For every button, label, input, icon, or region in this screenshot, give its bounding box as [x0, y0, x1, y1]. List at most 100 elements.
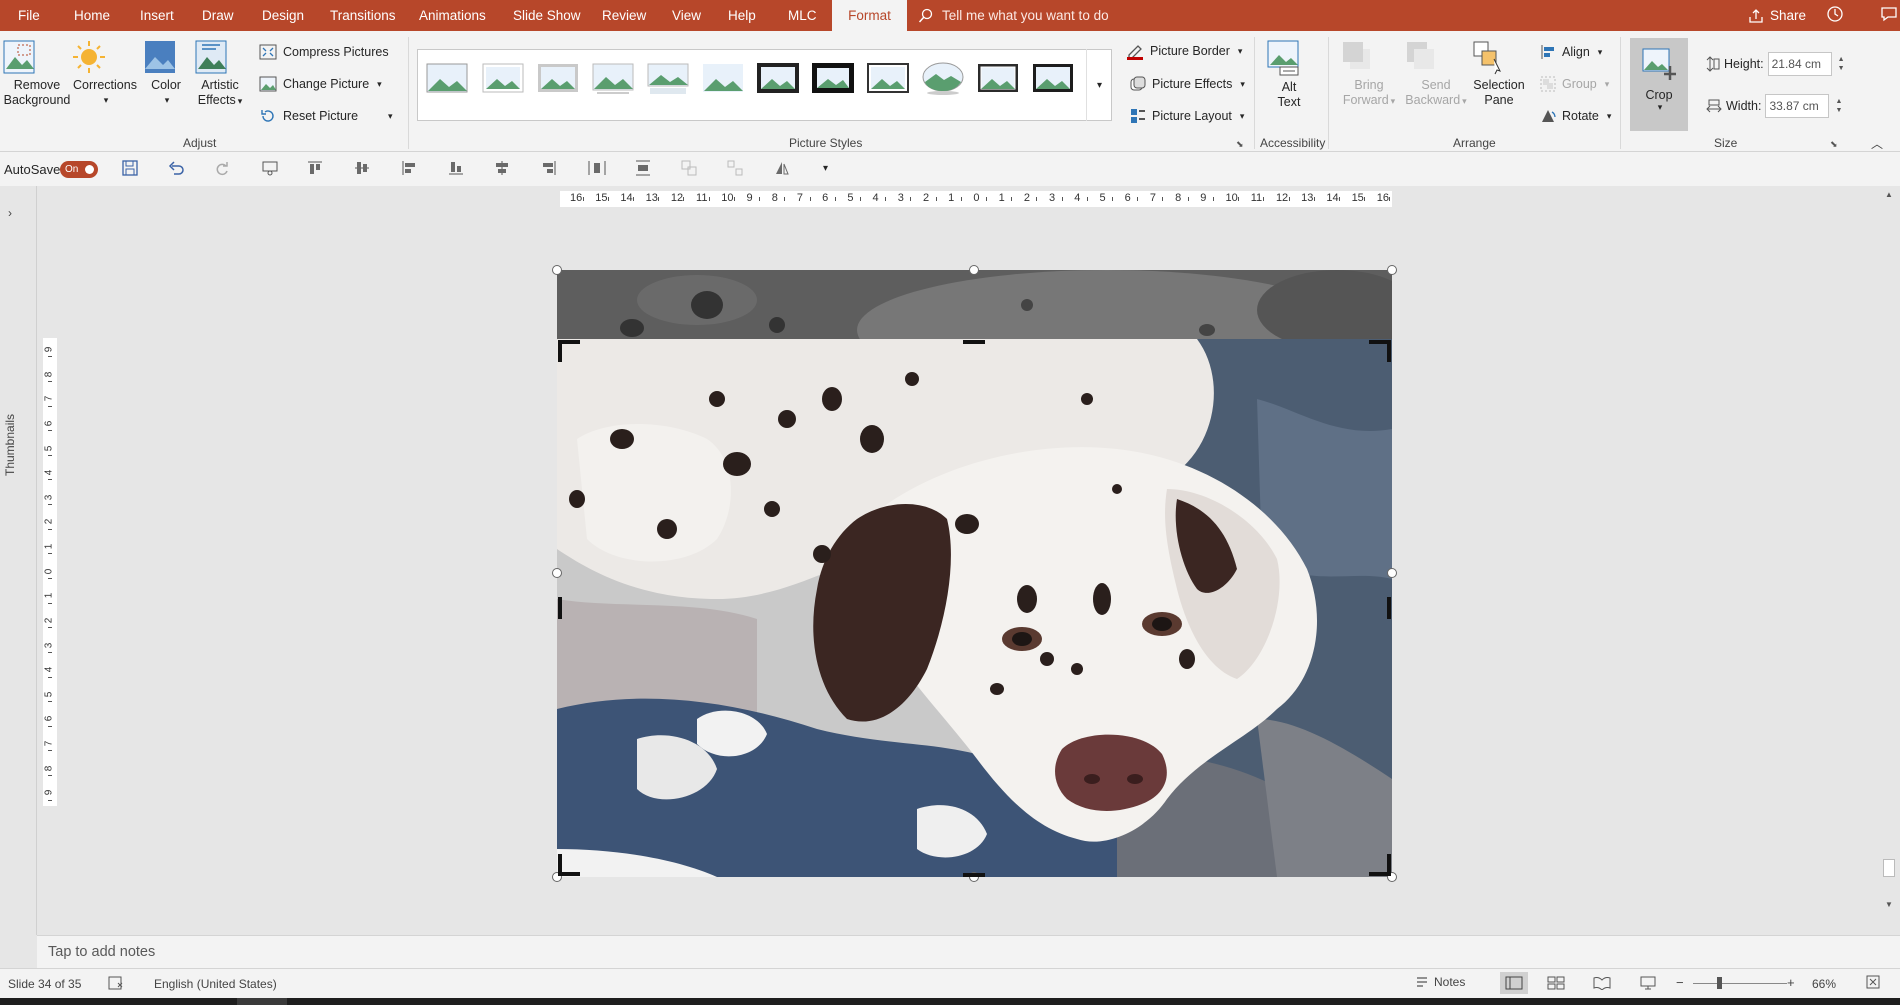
- align-right-icon[interactable]: [541, 160, 557, 176]
- zoom-slider[interactable]: [1693, 983, 1787, 984]
- align-center-icon[interactable]: [494, 160, 510, 176]
- save-icon[interactable]: [122, 160, 138, 176]
- collapse-ribbon-icon[interactable]: ︿: [1871, 135, 1883, 152]
- crop-handle-top[interactable]: [963, 340, 985, 344]
- crop-handle-bottom[interactable]: [963, 873, 985, 877]
- picture-style-11[interactable]: [976, 60, 1020, 96]
- picture-styles-dialog-launcher[interactable]: ⬊: [1236, 139, 1244, 150]
- tab-file[interactable]: File: [6, 0, 52, 31]
- tab-transitions[interactable]: Transitions: [318, 0, 408, 31]
- zoom-slider-thumb[interactable]: [1717, 977, 1722, 989]
- size-dialog-launcher[interactable]: ⬊: [1830, 139, 1838, 150]
- resize-handle-top-left[interactable]: [552, 265, 562, 275]
- distribute-horizontally-icon[interactable]: [588, 160, 606, 176]
- remove-background-button[interactable]: Remove Background: [2, 39, 72, 108]
- resize-handle-top-right[interactable]: [1387, 265, 1397, 275]
- resize-handle-right[interactable]: [1387, 568, 1397, 578]
- accessibility-checker-icon[interactable]: [108, 975, 126, 991]
- scroll-thumb[interactable]: [1883, 859, 1895, 877]
- share-button[interactable]: Share: [1748, 0, 1806, 31]
- group-objects-icon[interactable]: [681, 160, 697, 176]
- crop-handle-top-right[interactable]: [1369, 340, 1391, 362]
- artistic-effects-button[interactable]: Artistic Effects ▾: [194, 39, 246, 109]
- alt-text-button[interactable]: Alt Text: [1266, 39, 1312, 110]
- tab-insert[interactable]: Insert: [128, 0, 186, 31]
- picture-styles-gallery[interactable]: [417, 49, 1112, 121]
- reset-picture-dropdown-icon[interactable]: ▾: [388, 111, 393, 122]
- autosave-toggle[interactable]: On: [60, 161, 98, 178]
- undo-icon[interactable]: [168, 160, 184, 176]
- compress-pictures-button[interactable]: Compress Pictures: [259, 44, 389, 60]
- width-input[interactable]: 33.87 cm: [1765, 94, 1830, 118]
- picture-style-3[interactable]: [536, 60, 580, 96]
- slideshow-icon[interactable]: [1639, 975, 1657, 991]
- tab-animations[interactable]: Animations: [407, 0, 498, 31]
- language-indicator[interactable]: English (United States): [154, 977, 277, 991]
- crop-handle-left[interactable]: [558, 597, 562, 619]
- color-button[interactable]: Color ▾: [143, 39, 189, 108]
- zoom-out-icon[interactable]: −: [1676, 975, 1684, 990]
- picture-style-6[interactable]: [701, 60, 745, 96]
- scroll-up-icon[interactable]: ▲: [1885, 190, 1893, 199]
- rotate-button[interactable]: Rotate ▾: [1540, 108, 1611, 124]
- ungroup-objects-icon[interactable]: [727, 160, 743, 176]
- height-spinner[interactable]: ▲ ▼: [1838, 55, 1845, 73]
- tab-design[interactable]: Design: [250, 0, 316, 31]
- thumbnails-pane[interactable]: › Thumbnails: [0, 186, 37, 935]
- zoom-level[interactable]: 66%: [1812, 977, 1836, 991]
- flip-icon[interactable]: [774, 160, 790, 176]
- picture-style-10[interactable]: [921, 60, 965, 96]
- notes-toggle-button[interactable]: Notes: [1415, 975, 1465, 989]
- picture-style-1[interactable]: [425, 60, 469, 96]
- normal-view-button[interactable]: [1500, 972, 1528, 994]
- picture-border-button[interactable]: Picture Border ▾: [1126, 42, 1242, 60]
- gallery-more-button[interactable]: ▾: [1086, 49, 1112, 121]
- picture-style-12[interactable]: [1031, 60, 1075, 96]
- tab-review[interactable]: Review: [590, 0, 658, 31]
- align-top-icon[interactable]: [307, 160, 323, 176]
- tab-mlc[interactable]: MLC: [776, 0, 829, 31]
- picture-style-2[interactable]: [481, 60, 525, 96]
- present-from-start-icon[interactable]: [261, 160, 279, 176]
- change-picture-button[interactable]: Change Picture ▾: [259, 76, 382, 92]
- group-button[interactable]: Group ▾: [1540, 76, 1609, 92]
- corrections-button[interactable]: Corrections ▾: [72, 39, 138, 108]
- tab-format[interactable]: Format: [832, 0, 907, 31]
- crop-handle-right[interactable]: [1387, 597, 1391, 619]
- crop-handle-bottom-left[interactable]: [558, 854, 580, 876]
- picture-style-4[interactable]: [591, 60, 635, 96]
- crop-handle-bottom-right[interactable]: [1369, 854, 1391, 876]
- redo-icon[interactable]: [214, 160, 230, 176]
- tab-home[interactable]: Home: [62, 0, 122, 31]
- tab-help[interactable]: Help: [716, 0, 768, 31]
- selection-pane-button[interactable]: Selection Pane: [1470, 39, 1528, 108]
- scroll-down-icon[interactable]: ▼: [1885, 900, 1893, 909]
- reading-view-icon[interactable]: [1593, 976, 1611, 990]
- tell-me-search[interactable]: Tell me what you want to do: [918, 0, 1109, 31]
- height-input[interactable]: 21.84 cm: [1767, 52, 1832, 76]
- picture-effects-button[interactable]: Picture Effects ▾: [1130, 76, 1245, 92]
- distribute-vertically-icon[interactable]: [635, 160, 651, 176]
- vertical-scrollbar[interactable]: ▲ ▼: [1878, 186, 1900, 913]
- chevron-right-icon[interactable]: ›: [8, 206, 12, 220]
- picture-style-9[interactable]: [866, 60, 910, 96]
- bring-forward-button[interactable]: Bring Forward ▾: [1340, 39, 1398, 109]
- selected-picture[interactable]: [552, 265, 1397, 882]
- comments-icon[interactable]: [1880, 5, 1898, 23]
- resize-handle-top[interactable]: [969, 265, 979, 275]
- tab-draw[interactable]: Draw: [190, 0, 246, 31]
- fit-to-window-icon[interactable]: [1866, 975, 1880, 989]
- width-spinner[interactable]: ▲ ▼: [1835, 97, 1842, 115]
- notes-pane[interactable]: Tap to add notes: [37, 935, 1900, 968]
- align-left-icon[interactable]: [401, 160, 417, 176]
- picture-layout-button[interactable]: Picture Layout ▾: [1130, 108, 1244, 124]
- picture-style-5[interactable]: [646, 60, 690, 96]
- crop-handle-top-left[interactable]: [558, 340, 580, 362]
- picture-style-8[interactable]: [811, 60, 855, 96]
- tab-slide-show[interactable]: Slide Show: [501, 0, 593, 31]
- align-middle-icon[interactable]: [354, 160, 370, 176]
- crop-button[interactable]: Crop ▾: [1630, 38, 1688, 131]
- tab-view[interactable]: View: [660, 0, 713, 31]
- slide-sorter-icon[interactable]: [1547, 976, 1565, 990]
- history-icon[interactable]: [1826, 5, 1844, 23]
